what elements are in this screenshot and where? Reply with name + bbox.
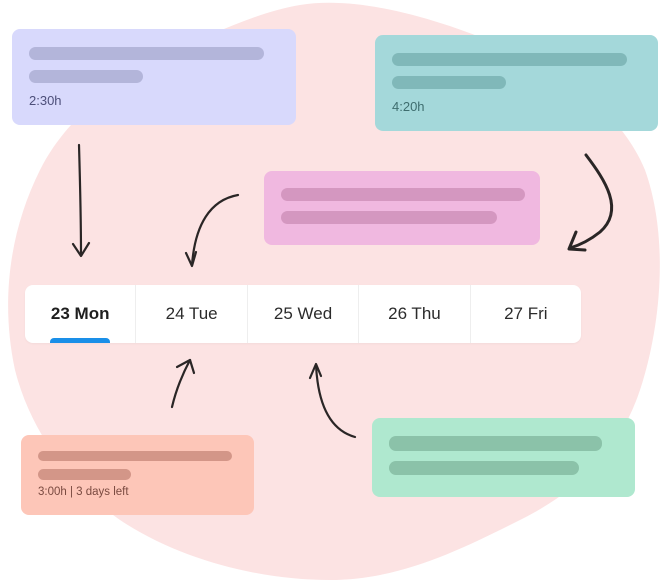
tab-label: 24 Tue: [165, 304, 218, 323]
day-tab-bar: 23 Mon 24 Tue 25 Wed 26 Thu 27 Fri: [25, 285, 581, 343]
tab-label: 26 Thu: [388, 304, 441, 323]
task-card-mint[interactable]: [372, 418, 635, 497]
task-card-teal[interactable]: 4:20h: [375, 35, 658, 131]
placeholder-subtitle-bar: [29, 70, 143, 83]
task-card-lavender[interactable]: 2:30h: [12, 29, 296, 125]
placeholder-title-bar: [392, 53, 627, 66]
tab-25-wed[interactable]: 25 Wed: [248, 285, 360, 343]
placeholder-subtitle-bar: [392, 76, 506, 89]
placeholder-title-bar: [281, 188, 525, 201]
placeholder-subtitle-bar: [281, 211, 497, 224]
tab-26-thu[interactable]: 26 Thu: [359, 285, 471, 343]
placeholder-title-bar: [389, 436, 602, 451]
task-duration: 2:30h: [29, 93, 62, 108]
tab-label: 25 Wed: [273, 304, 333, 323]
task-duration-deadline: 3:00h | 3 days left: [38, 486, 129, 498]
tab-24-tue[interactable]: 24 Tue: [136, 285, 248, 343]
task-card-pink[interactable]: [264, 171, 540, 245]
task-card-salmon[interactable]: 3:00h | 3 days left: [21, 435, 254, 515]
tab-23-mon[interactable]: 23 Mon: [25, 285, 137, 343]
tab-label: 23 Mon: [50, 304, 110, 323]
placeholder-subtitle-bar: [389, 461, 579, 475]
placeholder-subtitle-bar: [38, 469, 131, 480]
tab-label: 27 Fri: [504, 304, 548, 323]
active-tab-indicator: [50, 338, 111, 343]
placeholder-title-bar: [38, 451, 232, 461]
tab-27-fri[interactable]: 27 Fri: [471, 285, 581, 343]
placeholder-title-bar: [29, 47, 264, 60]
task-duration: 4:20h: [392, 99, 425, 114]
